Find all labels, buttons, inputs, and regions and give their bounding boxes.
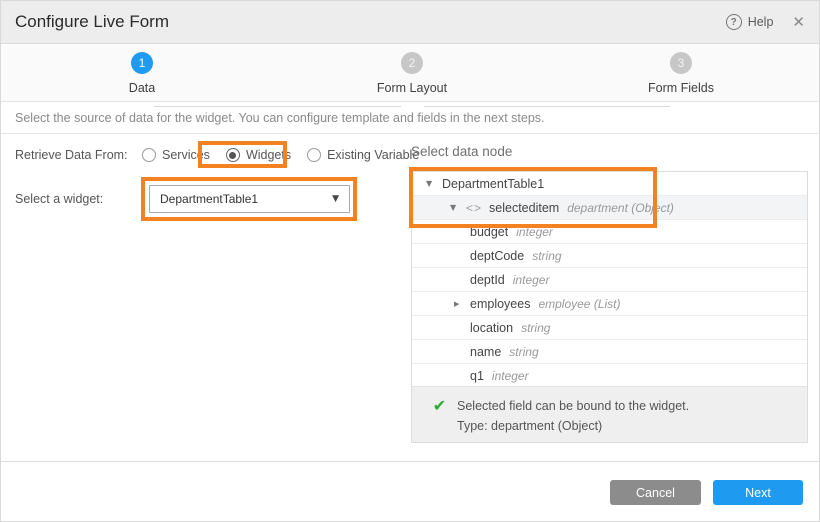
tree-row-q1[interactable]: q1 integer	[412, 364, 807, 388]
widget-select-dropdown[interactable]: DepartmentTable1 ▼	[149, 185, 350, 213]
tree-row-location[interactable]: location string	[412, 316, 807, 340]
step-form-layout[interactable]: 2 Form Layout	[352, 52, 472, 95]
help-label: Help	[748, 15, 774, 29]
tree-row-departmenttable1[interactable]: ▼ DepartmentTable1	[412, 172, 807, 196]
help-button[interactable]: ? Help	[726, 14, 774, 30]
tree-node-name: DepartmentTable1	[442, 177, 544, 191]
check-icon: ✔	[422, 396, 457, 442]
select-data-node-heading: Select data node	[411, 144, 512, 159]
radio-circle-existing-variable	[307, 148, 321, 162]
tree-node-type: string	[521, 321, 550, 335]
step-label-form-fields: Form Fields	[621, 81, 741, 95]
step-data[interactable]: 1 Data	[82, 52, 202, 95]
step-label-data: Data	[82, 81, 202, 95]
select-widget-label: Select a widget:	[15, 192, 103, 206]
configure-live-form-dialog: Configure Live Form ? Help ✕ 1 Data 2 Fo…	[0, 0, 820, 522]
chevron-down-icon: ▼	[332, 194, 339, 204]
tree-row-budget[interactable]: budget integer	[412, 220, 807, 244]
caret-down-icon[interactable]: ▼	[426, 179, 442, 188]
tree-node-name: deptCode	[470, 249, 524, 263]
next-button[interactable]: Next	[713, 480, 803, 505]
step-form-fields[interactable]: 3 Form Fields	[621, 52, 741, 95]
tree-node-type: string	[509, 345, 538, 359]
status-line-2: Type: department (Object)	[457, 416, 689, 436]
binding-status-message: ✔ Selected field can be bound to the wid…	[412, 386, 807, 442]
tree-row-employees[interactable]: ▶ employees employee (List)	[412, 292, 807, 316]
retrieve-data-from-label: Retrieve Data From:	[15, 148, 128, 162]
tree-node-type: integer	[492, 369, 529, 383]
step-number-2: 2	[401, 52, 423, 74]
tree-row-deptcode[interactable]: deptCode string	[412, 244, 807, 268]
tree-row-selecteditem[interactable]: ▼ <> selecteditem department (Object)	[412, 196, 807, 220]
status-line-1: Selected field can be bound to the widge…	[457, 396, 689, 416]
step-label-form-layout: Form Layout	[352, 81, 472, 95]
tree-node-type: department (Object)	[567, 201, 674, 215]
radio-circle-widgets	[226, 148, 240, 162]
tree-row-name[interactable]: name string	[412, 340, 807, 364]
radio-existing-variable[interactable]: Existing Variable	[307, 148, 419, 162]
footer-divider	[1, 461, 819, 462]
tree-node-name: deptId	[470, 273, 505, 287]
help-icon: ?	[726, 14, 742, 30]
tree-node-name: q1	[470, 369, 484, 383]
code-icon: <>	[466, 201, 482, 215]
step-description: Select the source of data for the widget…	[1, 102, 819, 134]
caret-down-icon[interactable]: ▼	[450, 203, 466, 212]
radio-circle-services	[142, 148, 156, 162]
cancel-button[interactable]: Cancel	[610, 480, 701, 505]
radio-label-widgets: Widgets	[246, 148, 291, 162]
wizard-stepper: 1 Data 2 Form Layout 3 Form Fields	[1, 45, 819, 102]
radio-label-existing-variable: Existing Variable	[327, 148, 419, 162]
tree-node-type: string	[532, 249, 561, 263]
header-actions: ? Help ✕	[726, 13, 805, 31]
step-number-1: 1	[131, 52, 153, 74]
caret-right-icon[interactable]: ▶	[454, 300, 470, 308]
tree-node-type: integer	[513, 273, 550, 287]
dialog-header: Configure Live Form ? Help ✕	[1, 1, 819, 44]
tree-node-name: name	[470, 345, 501, 359]
tree-node-name: location	[470, 321, 513, 335]
widget-select-value: DepartmentTable1	[160, 192, 258, 206]
data-node-tree-panel: ▼ DepartmentTable1 ▼ <> selecteditem dep…	[411, 171, 808, 443]
tree-row-deptid[interactable]: deptId integer	[412, 268, 807, 292]
retrieve-data-radio-group: Services Widgets Existing Variable	[142, 148, 435, 162]
radio-widgets[interactable]: Widgets	[226, 148, 291, 162]
page-title: Configure Live Form	[15, 12, 169, 32]
radio-services[interactable]: Services	[142, 148, 210, 162]
close-icon[interactable]: ✕	[792, 13, 805, 31]
step-number-3: 3	[670, 52, 692, 74]
radio-label-services: Services	[162, 148, 210, 162]
tree-node-name: selecteditem	[489, 201, 559, 215]
tree-node-type: integer	[516, 225, 553, 239]
tree-node-name: employees	[470, 297, 530, 311]
tree-node-type: employee (List)	[538, 297, 620, 311]
tree-node-name: budget	[470, 225, 508, 239]
